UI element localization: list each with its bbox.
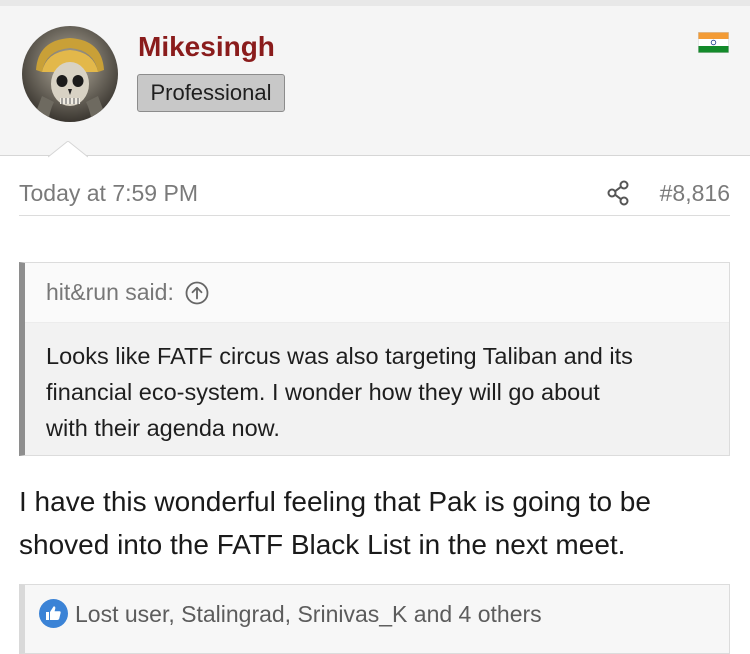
message-line: I have this wonderful feeling that Pak i…	[19, 486, 651, 517]
quote-content: Looks like FATF circus was also targetin…	[25, 323, 729, 446]
message-line: shoved into the FATF Black List in the n…	[19, 529, 626, 560]
header-pointer-arrow	[48, 141, 88, 158]
like-icon	[39, 599, 68, 628]
quote-line: Looks like FATF circus was also targetin…	[46, 343, 633, 369]
user-title-badge: Professional	[137, 74, 285, 112]
post-number-link[interactable]: #8,816	[660, 180, 730, 207]
quote-line: with their agenda now.	[46, 415, 280, 441]
post-message: I have this wonderful feeling that Pak i…	[19, 480, 739, 566]
post-user-header: Mikesingh Professional	[0, 6, 750, 156]
reactions-bar: Lost user, Stalingrad, Srinivas_K and 4 …	[19, 584, 730, 654]
avatar-skull-image	[22, 26, 118, 122]
quote-author[interactable]: hit&run said:	[46, 279, 174, 306]
quote-block: hit&run said: Looks like FATF circus was…	[19, 262, 730, 456]
post-meta-row: Today at 7:59 PM #8,816	[19, 170, 730, 216]
quote-line: financial eco-system. I wonder how they …	[46, 379, 600, 405]
india-flag-icon	[698, 32, 729, 53]
avatar[interactable]	[22, 26, 118, 122]
post-timestamp[interactable]: Today at 7:59 PM	[19, 180, 198, 207]
share-icon[interactable]	[606, 180, 630, 206]
reaction-users-link[interactable]: Lost user, Stalingrad, Srinivas_K and 4 …	[75, 601, 542, 628]
username[interactable]: Mikesingh	[138, 31, 275, 63]
jump-to-quote-icon[interactable]	[185, 281, 209, 305]
quote-header: hit&run said:	[25, 263, 729, 323]
